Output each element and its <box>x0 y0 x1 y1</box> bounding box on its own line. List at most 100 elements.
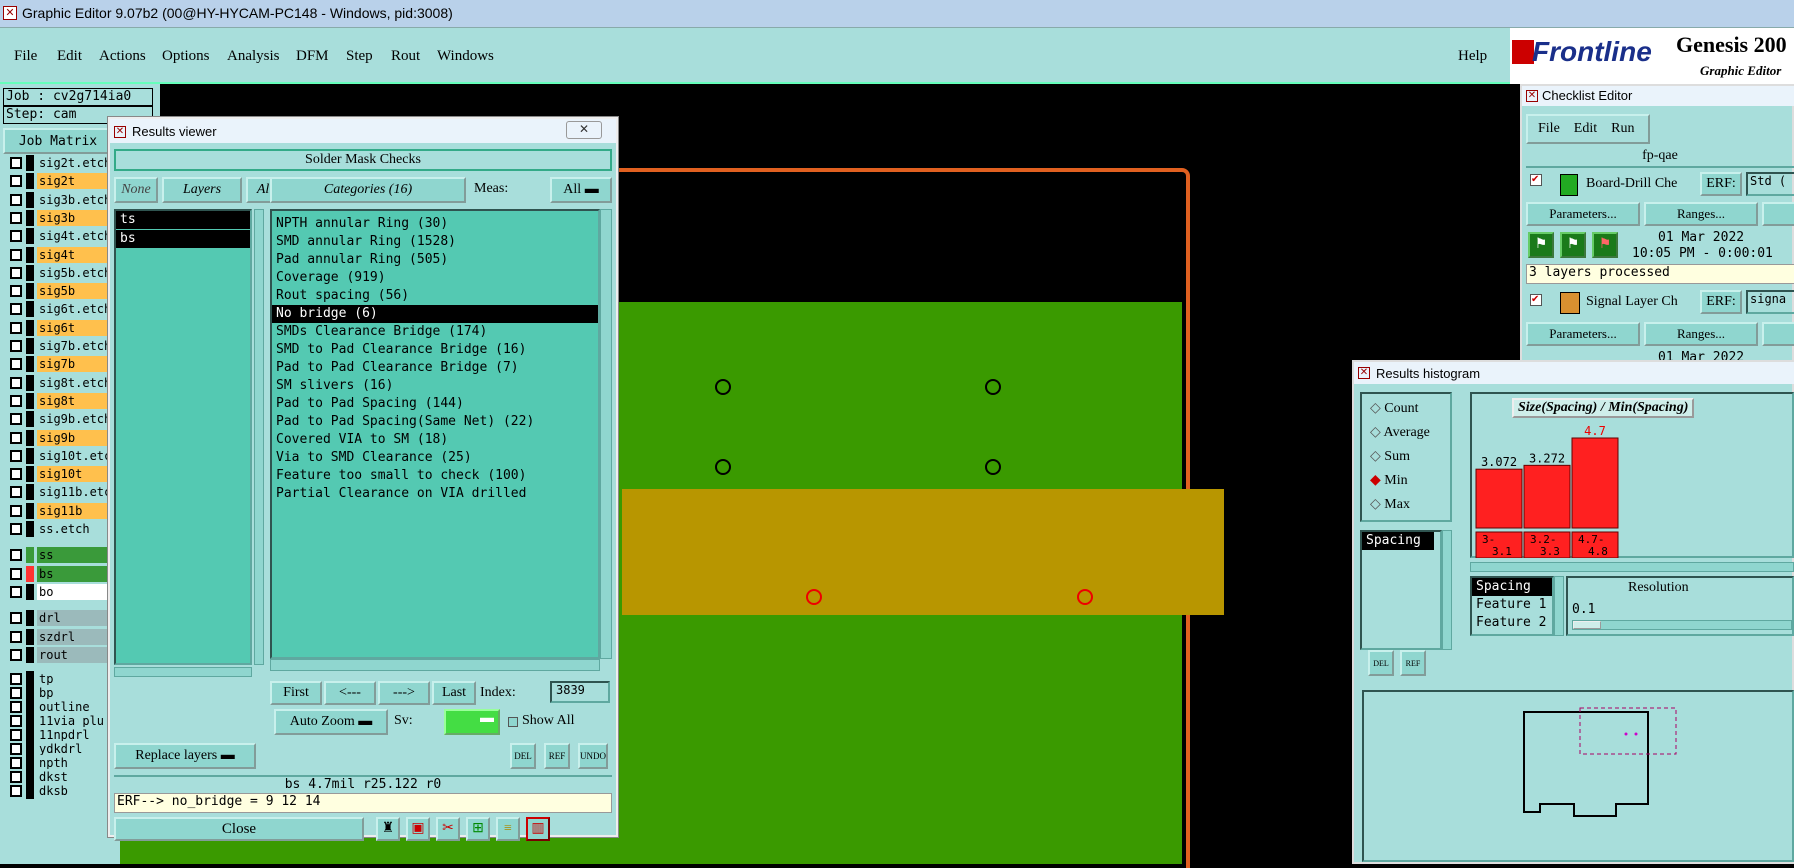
menu-options[interactable]: Options <box>162 48 210 65</box>
del-button[interactable]: DEL <box>510 743 536 769</box>
index-input[interactable]: 3839 <box>550 681 610 703</box>
detail-item[interactable]: Feature 2 <box>1472 614 1552 632</box>
layer-row[interactable]: sig3b.etch <box>6 191 110 209</box>
layer-list-scrollbar[interactable] <box>254 209 264 665</box>
layer-checkbox[interactable] <box>10 549 22 562</box>
category-list[interactable]: NPTH annular Ring (30) SMD annular Ring (… <box>270 209 600 659</box>
category-item[interactable]: Feature too small to check (100) <box>272 467 598 485</box>
layer-row[interactable]: sig9b <box>6 429 110 447</box>
layer-row[interactable]: sig7b <box>6 355 110 373</box>
layer-checkbox[interactable] <box>10 701 22 714</box>
layer-row[interactable]: ss.etch <box>6 520 110 538</box>
layer-checkbox[interactable] <box>10 486 22 499</box>
category-item[interactable]: SMDs Clearance Bridge (174) <box>272 323 598 341</box>
layer-checkbox[interactable] <box>10 431 22 444</box>
layer-row[interactable]: bs <box>6 565 110 583</box>
category-item[interactable]: NPTH annular Ring (30) <box>272 215 598 233</box>
radio-icon[interactable]: ◇ <box>1370 401 1384 416</box>
replace-layers-select[interactable]: Replace layers ▬ <box>114 743 256 769</box>
radio-icon[interactable]: ◇ <box>1370 497 1384 512</box>
filter-icon[interactable]: ✂ <box>436 817 460 841</box>
layer-row[interactable]: npth <box>6 755 110 772</box>
layer-row[interactable]: sig4t <box>6 246 110 264</box>
run-icon[interactable]: ⚑ <box>1560 232 1586 258</box>
layer-checkbox[interactable] <box>10 648 22 661</box>
aggregate-option-count[interactable]: ◇ Count <box>1370 400 1419 417</box>
menu-step[interactable]: Step <box>346 48 373 65</box>
radio-icon[interactable]: ◆ <box>1370 473 1384 488</box>
menu-windows[interactable]: Windows <box>437 48 494 65</box>
menu-edit[interactable]: Edit <box>57 48 82 65</box>
category-item[interactable]: Rout spacing (56) <box>272 287 598 305</box>
layer-row[interactable]: sig8t <box>6 392 110 410</box>
meas-select[interactable]: All ▬ <box>550 177 612 203</box>
job-matrix-button[interactable]: Job Matrix <box>3 128 113 154</box>
layer-checkbox[interactable] <box>10 630 22 643</box>
aggregate-option-min[interactable]: ◆ Min <box>1370 472 1408 489</box>
menu-dfm[interactable]: DFM <box>296 48 329 65</box>
check2-checkbox[interactable]: ✔ <box>1530 294 1542 306</box>
detail-item[interactable]: Spacing <box>1472 578 1552 596</box>
histogram-bar[interactable] <box>1571 437 1619 529</box>
layer-checkbox[interactable] <box>10 771 22 784</box>
layer-result-list[interactable]: ts bs <box>114 209 252 665</box>
ce-menu-run[interactable]: Run <box>1611 121 1634 137</box>
category-item[interactable]: Partial Clearance on VIA drilled <box>272 485 598 503</box>
close-icon[interactable]: ✕ <box>566 121 602 139</box>
check2-ranges-button[interactable]: Ranges... <box>1644 322 1758 346</box>
layer-checkbox[interactable] <box>10 340 22 352</box>
layer-checkbox[interactable] <box>10 743 22 756</box>
layer-checkbox[interactable] <box>10 157 22 169</box>
check1-more-button[interactable] <box>1762 202 1794 226</box>
layer-checkbox[interactable] <box>10 757 22 770</box>
first-button[interactable]: First <box>270 681 322 705</box>
pad-marker[interactable] <box>985 379 1001 395</box>
resolution-slider-thumb[interactable] <box>1573 621 1601 629</box>
none-button[interactable]: None <box>114 177 158 203</box>
layer-row[interactable]: sig9b.etch <box>6 410 110 428</box>
layer-row[interactable]: sig10t.etch <box>6 447 110 465</box>
layer-row[interactable]: sig7b.etch <box>6 337 110 355</box>
histogram-field-list[interactable]: Spacing <box>1360 530 1442 650</box>
step-icon[interactable]: ⊞ <box>466 817 490 841</box>
result-marker[interactable] <box>1077 589 1093 605</box>
layer-row[interactable]: rout <box>6 646 110 664</box>
pad-marker[interactable] <box>985 459 1001 475</box>
layer-checkbox[interactable] <box>10 612 22 625</box>
category-item[interactable]: Via to SMD Clearance (25) <box>272 449 598 467</box>
layer-checkbox[interactable] <box>10 585 22 598</box>
radio-icon[interactable]: ◇ <box>1370 449 1384 464</box>
layer-checkbox[interactable] <box>10 504 22 517</box>
layer-row[interactable]: bo <box>6 583 110 601</box>
layer-row[interactable]: sig2t.etch <box>6 154 110 172</box>
pad-marker[interactable] <box>715 459 731 475</box>
menu-actions[interactable]: Actions <box>99 48 146 65</box>
detail-scrollbar[interactable] <box>1554 576 1564 636</box>
layer-result-item[interactable]: ts <box>116 211 250 229</box>
ce-menu-edit[interactable]: Edit <box>1574 121 1597 137</box>
check1-label[interactable]: Board-Drill Che <box>1586 176 1677 192</box>
last-button[interactable]: Last <box>432 681 476 705</box>
layer-row[interactable]: sig2t <box>6 172 110 190</box>
undo-button[interactable]: UNDO <box>578 743 608 769</box>
category-item[interactable]: SMD annular Ring (1528) <box>272 233 598 251</box>
check2-more-button[interactable] <box>1762 322 1794 346</box>
run-icon[interactable]: ⚑ <box>1592 232 1618 258</box>
layer-checkbox[interactable] <box>10 413 22 426</box>
category-scrollbar[interactable] <box>600 209 612 659</box>
ref-button[interactable]: REF <box>544 743 570 769</box>
layer-checkbox[interactable] <box>10 230 22 243</box>
layer-checkbox[interactable] <box>10 715 22 728</box>
histogram-bar[interactable] <box>1523 464 1571 529</box>
layer-row[interactable]: ydkdrl <box>6 741 110 758</box>
category-item[interactable]: Coverage (919) <box>272 269 598 287</box>
layer-row[interactable]: sig6t <box>6 319 110 337</box>
layer-checkbox[interactable] <box>10 175 22 188</box>
histogram-bar[interactable] <box>1475 468 1523 529</box>
layer-row[interactable]: sig11b <box>6 502 110 520</box>
result-marker[interactable] <box>806 589 822 605</box>
field-item[interactable]: Spacing <box>1362 532 1434 550</box>
run-icon[interactable]: ⚑ <box>1528 232 1554 258</box>
category-hscrollbar[interactable] <box>270 659 600 671</box>
layer-checkbox[interactable] <box>10 394 22 407</box>
